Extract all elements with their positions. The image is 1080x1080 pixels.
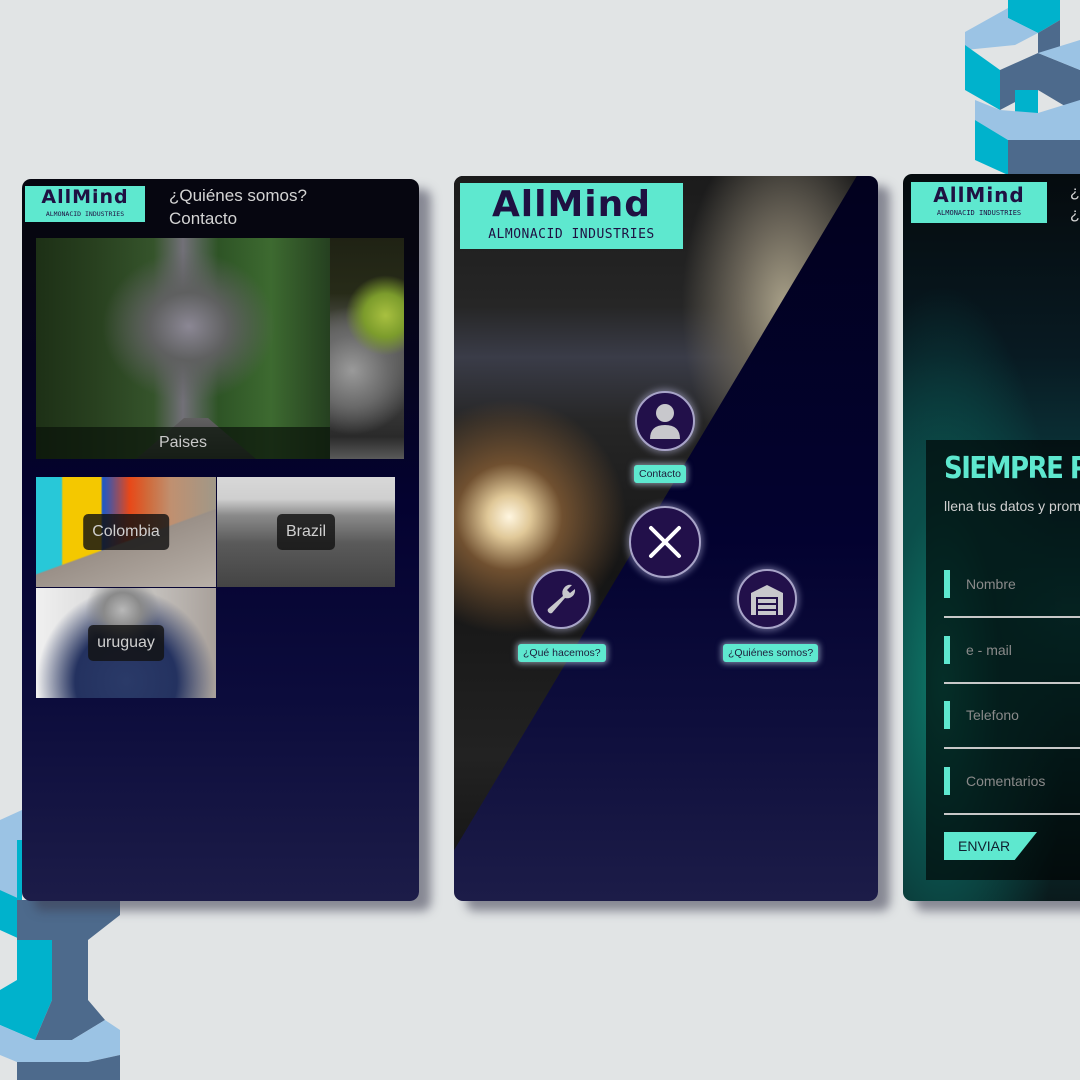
contact-form: SIEMPRE PU llena tus datos y prom ENVIAR (926, 440, 1080, 880)
form-subtitle: llena tus datos y prom (944, 498, 1080, 514)
main-nav: ¿Q ¿Q (1070, 182, 1080, 226)
hero-carousel[interactable]: Paises (36, 238, 404, 459)
email-field (944, 632, 1080, 684)
brand-logo[interactable]: AllMind ALMONACID INDUSTRIES (911, 182, 1047, 223)
who-we-are-label[interactable]: ¿Quiénes somos? (723, 644, 819, 662)
country-grid: Colombia Brazil uruguay (36, 477, 396, 698)
country-label: Brazil (276, 514, 336, 550)
hero-caption: Paises (36, 427, 330, 459)
logo-mark: AllMind (41, 186, 129, 208)
field-accent-bar (944, 636, 950, 664)
phone-field (944, 697, 1080, 749)
close-menu-button[interactable] (629, 506, 701, 578)
field-accent-bar (944, 767, 950, 795)
brand-logo[interactable]: AllMind ALMONACID INDUSTRIES (460, 183, 683, 249)
screen-contact-form: AllMind ALMONACID INDUSTRIES ¿Q ¿Q SIEMP… (903, 174, 1080, 901)
wrench-icon (547, 584, 576, 614)
logo-subtitle: ALMONACID INDUSTRIES (936, 209, 1022, 217)
email-input[interactable] (966, 634, 1080, 666)
nav-link-quienes-somos[interactable]: ¿Quiénes somos? (169, 184, 307, 207)
submit-button[interactable]: ENVIAR (944, 832, 1037, 860)
screen-menu: AllMind ALMONACID INDUSTRIES Contacto ¿Q… (454, 176, 878, 901)
country-label: uruguay (88, 625, 164, 661)
comments-input[interactable] (966, 765, 1080, 797)
name-field (944, 566, 1080, 618)
phone-input[interactable] (966, 699, 1080, 731)
contact-label[interactable]: Contacto (634, 465, 687, 483)
user-icon (650, 404, 680, 439)
what-we-do-label[interactable]: ¿Qué hacemos? (518, 644, 606, 662)
field-accent-bar (944, 570, 950, 598)
warehouse-icon (751, 585, 783, 615)
nav-link-truncated[interactable]: ¿Q (1070, 182, 1080, 204)
country-label: Colombia (83, 514, 169, 550)
country-tile-colombia[interactable]: Colombia (36, 477, 216, 587)
main-nav: ¿Quiénes somos? Contacto (169, 184, 307, 230)
screen-paises: AllMind ALMONACID INDUSTRIES ¿Quiénes so… (22, 179, 419, 901)
logo-mark: AllMind (491, 184, 652, 225)
country-tile-brazil[interactable]: Brazil (217, 477, 395, 587)
nav-link-truncated[interactable]: ¿Q (1070, 204, 1080, 226)
nav-link-contacto[interactable]: Contacto (169, 207, 307, 230)
brand-logo[interactable]: AllMind ALMONACID INDUSTRIES (25, 186, 145, 222)
name-input[interactable] (966, 568, 1080, 600)
what-we-do-menu-button[interactable] (531, 569, 591, 629)
logo-subtitle: ALMONACID INDUSTRIES (45, 210, 125, 218)
isometric-blocks-decoration (965, 0, 1080, 175)
field-accent-bar (944, 701, 950, 729)
contact-menu-button[interactable] (635, 391, 695, 451)
comments-field (944, 763, 1080, 815)
close-icon (649, 526, 681, 558)
country-tile-uruguay[interactable]: uruguay (36, 588, 216, 698)
frog-mechanic-image (330, 238, 404, 459)
who-we-are-menu-button[interactable] (737, 569, 797, 629)
logo-mark: AllMind (933, 183, 1025, 207)
logo-subtitle: ALMONACID INDUSTRIES (488, 227, 655, 242)
form-title: SIEMPRE PU (944, 451, 1080, 487)
